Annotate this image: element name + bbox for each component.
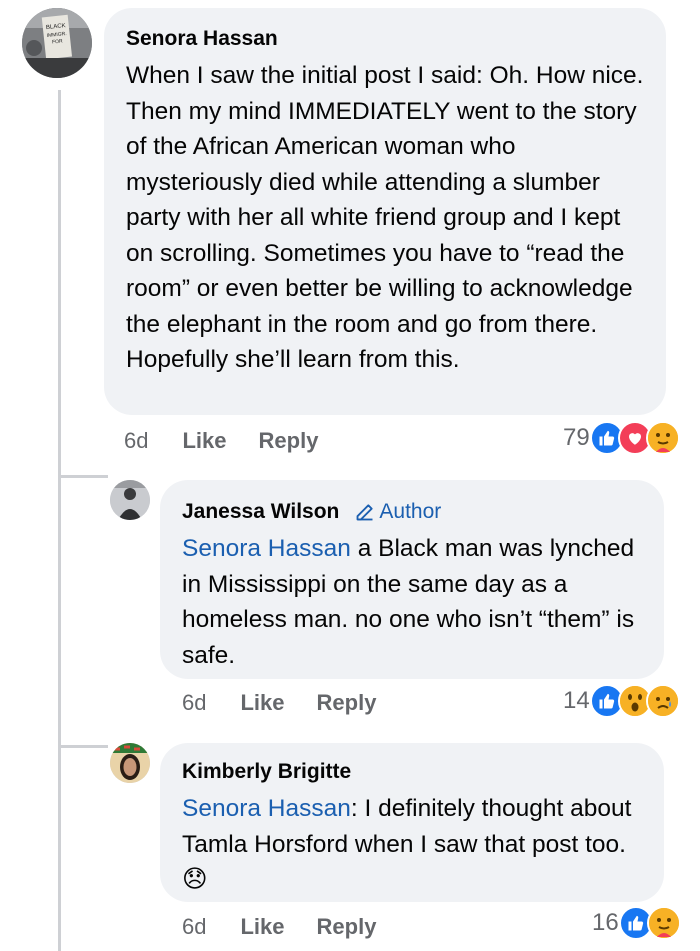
thread-branch-1 (58, 475, 108, 478)
svg-text:FOR: FOR (52, 38, 64, 45)
reaction-count: 14 (563, 687, 590, 714)
pencil-icon (356, 504, 373, 521)
reaction-summary[interactable]: 16 (592, 906, 681, 940)
mention-link[interactable]: Senora Hassan (182, 535, 351, 562)
reply-button[interactable]: Reply (259, 428, 319, 454)
comment-author[interactable]: Kimberly Brigitte (182, 759, 642, 785)
reply-button[interactable]: Reply (317, 914, 377, 940)
comment-actions: 6d Like Reply (124, 424, 318, 458)
avatar[interactable] (110, 743, 150, 783)
comment-text: Senora Hassan a Black man was lynched in… (182, 535, 635, 669)
like-button[interactable]: Like (240, 690, 284, 716)
reaction-summary[interactable]: 14 (563, 684, 680, 718)
reply-button[interactable]: Reply (317, 690, 377, 716)
comment-author[interactable]: Senora Hassan (126, 26, 644, 52)
comment-text: Senora Hassan: I definitely thought abou… (182, 795, 632, 893)
care-icon (645, 421, 680, 455)
comment-time[interactable]: 6d (182, 914, 206, 940)
avatar[interactable] (110, 480, 150, 520)
disappointed-emoji-icon: 😞 (182, 866, 208, 893)
thread-line (58, 90, 61, 951)
reply-bubble: Kimberly Brigitte Senora Hassan: I defin… (160, 743, 664, 902)
avatar-photo-icon: BLACK IMMIGR. FOR (22, 8, 92, 78)
comment-time[interactable]: 6d (124, 428, 148, 454)
avatar-photo-icon (110, 743, 150, 783)
comment-actions: 6d Like Reply (182, 686, 376, 720)
reaction-summary[interactable]: 79 (563, 421, 680, 455)
avatar-photo-icon (110, 480, 150, 520)
care-icon (646, 906, 681, 940)
like-button[interactable]: Like (182, 428, 226, 454)
avatar[interactable]: BLACK IMMIGR. FOR (22, 8, 92, 78)
reaction-count: 79 (563, 424, 590, 451)
like-button[interactable]: Like (240, 914, 284, 940)
reply-bubble: Janessa Wilson Author Senora Hassan a Bl… (160, 480, 664, 679)
comment-actions: 6d Like Reply (182, 910, 376, 944)
comment-time[interactable]: 6d (182, 690, 206, 716)
author-badge: Author (355, 499, 441, 525)
comment-text: When I saw the initial post I said: Oh. … (126, 62, 644, 373)
comment-author[interactable]: Janessa Wilson Author (182, 499, 642, 525)
sad-icon (645, 684, 680, 718)
thread-branch-2 (58, 745, 108, 748)
reaction-count: 16 (592, 909, 619, 936)
mention-link[interactable]: Senora Hassan (182, 795, 351, 822)
comment-bubble: Senora Hassan When I saw the initial pos… (104, 8, 666, 415)
